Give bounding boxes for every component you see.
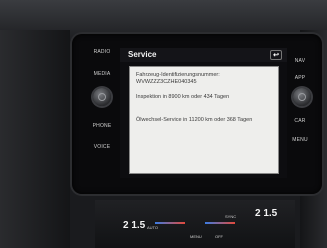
vin-value: WVWZZZ3CZHE040345 [136, 79, 197, 85]
service-info-panel: Fahrzeug-Identifizierungsnummer: WVWZZZ3… [129, 66, 279, 174]
car-button[interactable]: CAR [285, 118, 315, 124]
climate-control-panel: 2 1.5 AUTO MENU OFF SYNC 2 1.5 [95, 200, 295, 248]
media-button[interactable]: MEDIA [87, 71, 117, 77]
screen-header: Service ↩ [120, 48, 287, 62]
phone-button[interactable]: PHONE [87, 123, 117, 129]
temp-slider-left[interactable] [155, 222, 185, 224]
touchscreen: Service ↩ Fahrzeug-Identifizierungsnumme… [120, 48, 287, 178]
back-button[interactable]: ↩ [270, 50, 282, 60]
temp-right-display: 2 1.5 [255, 208, 278, 219]
voice-button[interactable]: VOICE [87, 144, 117, 150]
vin-label: Fahrzeug-Identifizierungsnummer: [136, 72, 220, 78]
page-title: Service [128, 50, 157, 59]
temp-slider-right[interactable] [205, 222, 235, 224]
dashboard-left-panel [0, 30, 70, 248]
oil-service-due: Ölwechsel-Service in 11200 km oder 368 T… [136, 117, 253, 123]
nav-button[interactable]: NAV [285, 58, 315, 64]
app-button[interactable]: APP [285, 75, 315, 81]
auto-button[interactable]: AUTO [147, 225, 158, 230]
radio-button[interactable]: RADIO [87, 49, 117, 55]
temp-left-display: 2 1.5 [123, 220, 146, 231]
climate-menu-button[interactable]: MENU [190, 234, 202, 239]
sync-button[interactable]: SYNC [225, 214, 236, 219]
volume-knob[interactable] [93, 88, 111, 106]
menu-button[interactable]: MENU [285, 137, 315, 143]
inspection-due: Inspektion in 8900 km oder 434 Tagen [136, 94, 230, 100]
tune-knob[interactable] [293, 88, 311, 106]
climate-off-button[interactable]: OFF [215, 234, 223, 239]
